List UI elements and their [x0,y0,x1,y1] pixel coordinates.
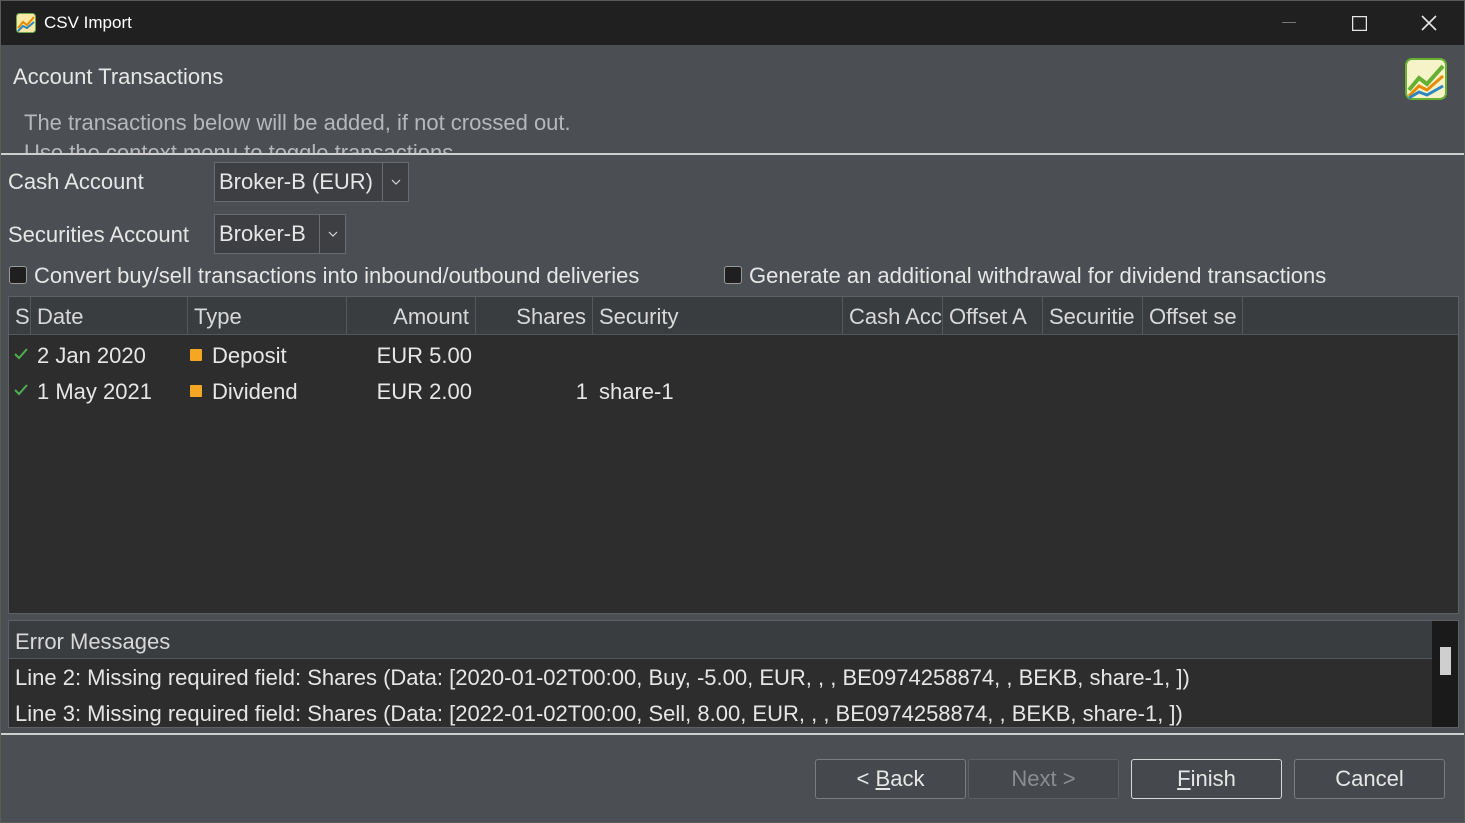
app-logo-large-icon [1405,58,1447,100]
column-header-security[interactable]: Security [593,297,843,335]
back-button[interactable]: < Back [815,759,966,799]
row-date: 1 May 2021 [37,379,152,404]
row-amount: EUR 2.00 [376,379,472,404]
finish-button[interactable]: Finish [1131,759,1282,799]
scrollbar-thumb[interactable] [1440,647,1451,675]
next-button[interactable]: Next > [968,759,1119,799]
transactions-table[interactable]: S Date Type Amount Shares Security Cash … [8,296,1459,614]
securities-account-label: Securities Account [8,222,189,247]
finish-button-rest: inish [1190,766,1236,791]
table-row[interactable]: 1 May 2021 Dividend EUR 2.00 1 share-1 [9,372,1458,408]
cancel-button[interactable]: Cancel [1294,759,1445,799]
cash-account-value: Broker-B (EUR) [219,169,374,194]
title-bar: CSV Import [1,1,1464,45]
column-header-offset-account[interactable]: Offset A [943,297,1043,335]
footer-separator [1,733,1464,735]
column-header-securities-account[interactable]: Securitie [1043,297,1143,335]
error-scrollbar[interactable] [1432,621,1458,727]
description-line-1: The transactions below will be added, if… [24,110,571,135]
dividend-type-icon [190,385,202,397]
column-header-cash-account[interactable]: Cash Acc [843,297,943,335]
row-amount: EUR 5.00 [376,343,472,368]
wizard-header: Account Transactions The transactions be… [1,45,1464,155]
maximize-icon [1351,15,1367,31]
header-separator [1,153,1464,155]
close-button[interactable] [1394,1,1464,45]
back-button-prefix: < [856,766,876,791]
check-icon [14,384,28,396]
app-logo-icon [16,13,36,33]
dividend-withdrawal-checkbox[interactable] [724,266,742,284]
chevron-down-icon [319,215,345,253]
deposit-type-icon [190,349,202,361]
column-header-status[interactable]: S [9,297,31,335]
chevron-down-icon [382,163,408,201]
table-header: S Date Type Amount Shares Security Cash … [9,297,1458,335]
dividend-withdrawal-label[interactable]: Generate an additional withdrawal for di… [749,263,1326,289]
securities-account-select[interactable]: Broker-B [214,214,346,254]
error-messages-panel[interactable]: Error Messages Line 2: Missing required … [8,620,1459,728]
error-line: Line 2: Missing required field: Shares (… [15,665,1190,690]
row-shares [476,336,588,372]
csv-import-window: CSV Import Account Transactions The tran… [0,0,1465,823]
convert-deliveries-label[interactable]: Convert buy/sell transactions into inbou… [34,263,639,289]
row-date: 2 Jan 2020 [37,343,146,368]
row-type: Dividend [212,379,298,404]
cash-account-select[interactable]: Broker-B (EUR) [214,162,409,202]
page-description: The transactions below will be added, if… [24,108,571,155]
column-header-amount[interactable]: Amount [347,297,476,335]
back-button-rest: ack [890,766,925,791]
page-title: Account Transactions [13,64,224,89]
window-title: CSV Import [44,13,132,32]
column-header-type[interactable]: Type [188,297,347,335]
error-line: Line 3: Missing required field: Shares (… [15,701,1183,726]
maximize-button[interactable] [1324,1,1394,45]
close-icon [1421,15,1437,31]
row-type: Deposit [212,343,287,368]
back-button-mnemonic: B [875,766,891,791]
column-header-offset-securities[interactable]: Offset se [1143,297,1243,335]
column-header-date[interactable]: Date [31,297,188,335]
check-icon [14,348,28,360]
convert-deliveries-checkbox[interactable] [9,266,27,284]
table-row[interactable]: 2 Jan 2020 Deposit EUR 5.00 [9,336,1458,372]
error-messages-header: Error Messages [9,621,1432,659]
column-header-shares[interactable]: Shares [476,297,593,335]
minimize-button[interactable] [1254,1,1324,45]
finish-button-mnemonic: F [1177,766,1191,791]
row-security: share-1 [599,379,674,404]
cash-account-label: Cash Account [8,169,144,194]
securities-account-value: Broker-B [219,221,306,246]
row-shares: 1 [575,379,588,404]
minimize-icon [1282,22,1296,23]
